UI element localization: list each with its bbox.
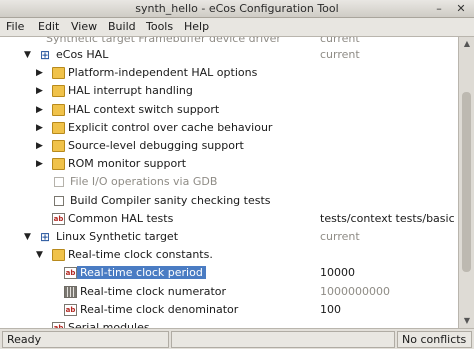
- tree-row[interactable]: ab Common HAL tests tests/context tests/ba…: [0, 210, 458, 228]
- tree-row-label: Serial modules: [68, 321, 150, 328]
- folder-icon: [52, 140, 65, 152]
- tree-row-label: Real-time clock denominator: [80, 302, 239, 316]
- scrollbar-thumb[interactable]: [462, 92, 471, 272]
- package-icon: ⊞: [40, 48, 51, 62]
- folder-icon: [52, 67, 65, 80]
- folder-icon: [52, 121, 65, 134]
- tree-row-label: Real-time clock numerator: [80, 284, 227, 298]
- tree-row-label: Build Compiler sanity checking tests: [70, 193, 271, 207]
- menu-build[interactable]: Build: [108, 20, 136, 33]
- vertical-scrollbar[interactable]: ▲ ▼: [458, 37, 474, 328]
- tree-row-value: current: [320, 37, 360, 45]
- tree-row-label: HAL interrupt handling: [68, 84, 193, 98]
- scroll-up-icon[interactable]: ▲: [462, 39, 472, 49]
- title-bar: synth_hello - eCos Configuration Tool – …: [0, 0, 474, 18]
- tree-row[interactable]: ▶ Platform-independent HAL options: [0, 64, 458, 82]
- tree-row[interactable]: ▶ HAL context switch support: [0, 101, 458, 119]
- text-value-icon: ab: [64, 267, 77, 280]
- tree-row-value[interactable]: 1000000000: [320, 285, 390, 298]
- tree-row-label: Platform-independent HAL options: [68, 66, 258, 80]
- menu-bar: File Edit View Build Tools Help: [0, 18, 474, 37]
- collapsed-arrow-icon[interactable]: ▶: [36, 104, 46, 116]
- tree-row-label: File I/O operations via GDB: [70, 175, 218, 189]
- tree-row[interactable]: File I/O operations via GDB: [0, 173, 458, 191]
- collapsed-arrow-icon[interactable]: ▶: [36, 85, 46, 97]
- tree-row-label: Synthetic target Framebuffer device driv…: [46, 37, 281, 45]
- scroll-down-icon[interactable]: ▼: [462, 316, 472, 326]
- tree-row-value[interactable]: 10000: [320, 266, 355, 279]
- tree-row[interactable]: ▶ ROM monitor support: [0, 155, 458, 173]
- tree-row-label: Linux Synthetic target: [56, 230, 179, 243]
- window-title: synth_hello - eCos Configuration Tool: [135, 2, 339, 15]
- menu-tools[interactable]: Tools: [146, 20, 173, 33]
- tree-row[interactable]: ▼ ⊞ eCos HAL current: [0, 46, 458, 64]
- minimize-icon[interactable]: –: [432, 2, 446, 16]
- menu-file[interactable]: File: [6, 20, 24, 33]
- folder-icon: [52, 85, 65, 98]
- tree-row[interactable]: ▶ Source-level debugging support: [0, 137, 458, 155]
- folder-icon: [52, 158, 65, 171]
- menu-edit[interactable]: Edit: [38, 20, 59, 33]
- tree-row[interactable]: ▶ Explicit control over cache behaviour: [0, 119, 458, 137]
- collapsed-arrow-icon[interactable]: ▶: [36, 158, 46, 170]
- tree-row[interactable]: ▼ Real-time clock constants.: [0, 246, 458, 264]
- tree-row-value[interactable]: tests/context tests/basic: [320, 212, 455, 225]
- expanded-arrow-icon[interactable]: ▼: [24, 49, 34, 61]
- tree-row[interactable]: Build Compiler sanity checking tests: [0, 192, 458, 210]
- tree-row-label: ROM monitor support: [68, 157, 187, 171]
- tree-row[interactable]: Real-time clock numerator 1000000000: [0, 283, 458, 301]
- tree-row-label: Explicit control over cache behaviour: [68, 120, 273, 134]
- status-bar: Ready No conflicts: [0, 328, 474, 349]
- folder-icon: [52, 103, 65, 116]
- expanded-arrow-icon[interactable]: ▼: [36, 249, 46, 261]
- menu-help[interactable]: Help: [184, 20, 209, 33]
- tree-row-value[interactable]: current: [320, 230, 360, 243]
- tree-row-label: HAL context switch support: [68, 102, 220, 116]
- text-value-icon: ab: [52, 212, 65, 225]
- text-value-icon: ab: [64, 303, 77, 316]
- tree-row-value[interactable]: 100: [320, 303, 341, 316]
- status-middle: [171, 331, 395, 348]
- tree-row[interactable]: ▶ HAL interrupt handling: [0, 82, 458, 100]
- package-icon: ⊞: [40, 230, 51, 244]
- status-conflicts: No conflicts: [397, 331, 472, 348]
- tree-row-label: Real-time clock period: [77, 266, 206, 280]
- tree-row-cut-bottom[interactable]: ab Serial modules: [0, 319, 458, 328]
- tree-row[interactable]: ab Real-time clock denominator 100: [0, 301, 458, 319]
- status-message: Ready: [2, 331, 169, 348]
- tree-row-label: Source-level debugging support: [68, 139, 244, 152]
- folder-icon: [52, 249, 65, 262]
- tree-row-label: eCos HAL: [56, 48, 109, 61]
- expanded-arrow-icon[interactable]: ▼: [24, 231, 34, 243]
- tree-row-label: Common HAL tests: [68, 211, 174, 225]
- tree-row-label: Real-time clock constants.: [68, 248, 213, 262]
- tree-row[interactable]: ab Real-time clock period 10000: [0, 264, 458, 282]
- checkbox-icon[interactable]: [54, 177, 64, 188]
- collapsed-arrow-icon[interactable]: ▶: [36, 122, 46, 134]
- checkbox-icon[interactable]: [54, 195, 64, 206]
- close-icon[interactable]: ✕: [454, 2, 468, 16]
- tree-row[interactable]: ▼ ⊞ Linux Synthetic target current: [0, 228, 458, 246]
- collapsed-arrow-icon[interactable]: ▶: [36, 140, 46, 152]
- number-value-icon: [64, 285, 77, 298]
- collapsed-arrow-icon[interactable]: ▶: [36, 67, 46, 79]
- menu-view[interactable]: View: [71, 20, 97, 33]
- tree-row-value[interactable]: current: [320, 48, 360, 61]
- configuration-tree[interactable]: Synthetic target Framebuffer device driv…: [0, 37, 458, 328]
